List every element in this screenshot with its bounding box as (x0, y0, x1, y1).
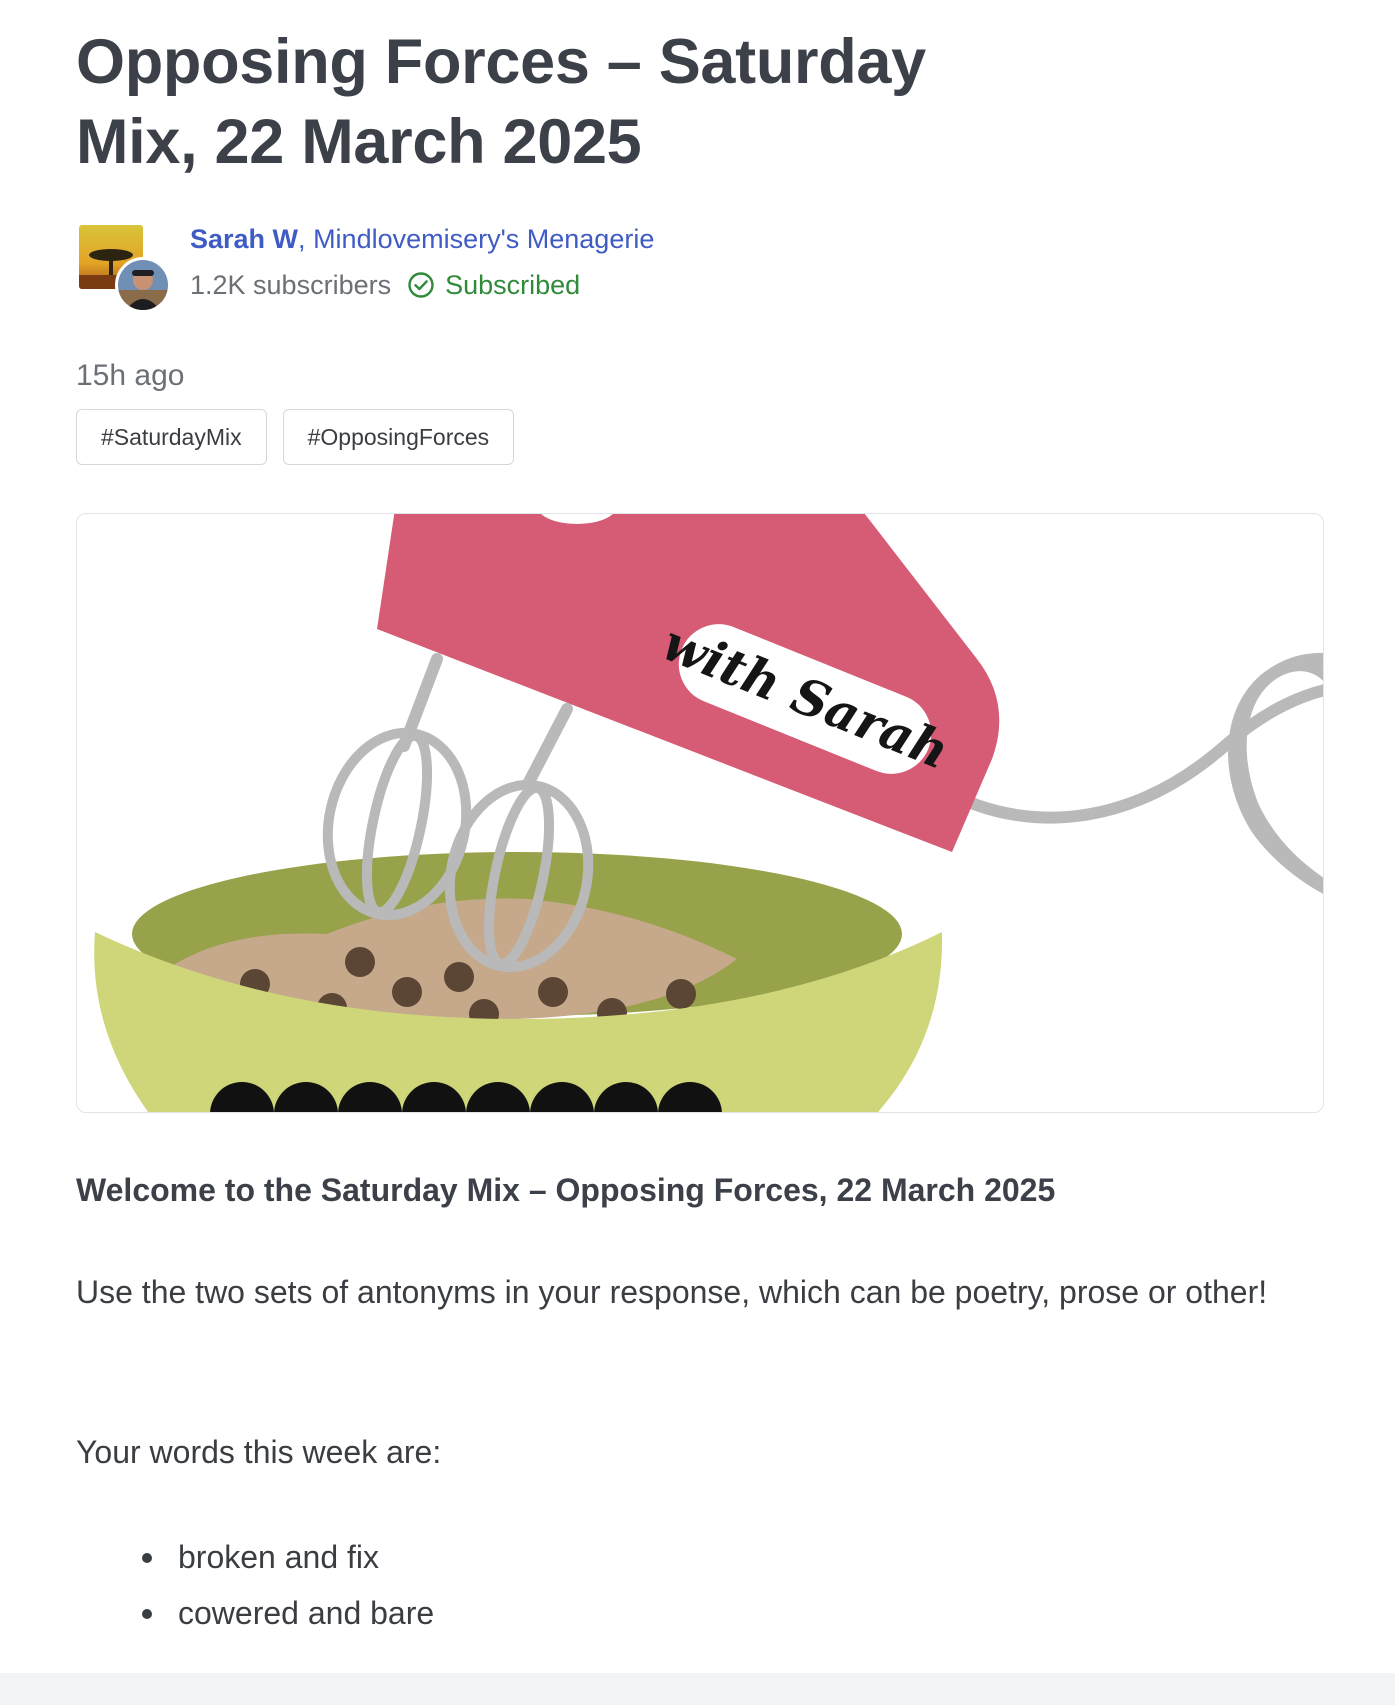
byline-meta: 1.2K subscribers Subscribed (190, 268, 580, 302)
list-item: cowered and bare (141, 1585, 434, 1641)
subscribed-status-button[interactable]: Subscribed (407, 268, 580, 302)
byline: Sarah W, Mindlovemisery's Menagerie 1.2K… (76, 222, 976, 313)
tag-saturdaymix[interactable]: #SaturdayMix (76, 409, 267, 465)
subscriber-count: 1.2K subscribers (190, 270, 392, 300)
post-timestamp: 15h ago (76, 359, 185, 392)
avatar-group[interactable] (79, 225, 171, 313)
author-name-link[interactable]: Sarah W (190, 224, 298, 254)
publication-name-link[interactable]: Mindlovemisery's Menagerie (313, 224, 654, 254)
author-avatar[interactable] (115, 257, 171, 313)
mixer-bowl-illustration: with Sarah (94, 514, 1323, 1112)
tag-list: #SaturdayMix #OpposingForces (76, 409, 515, 465)
post-lead: Welcome to the Saturday Mix – Opposing F… (76, 1172, 1056, 1208)
check-circle-icon (408, 272, 434, 298)
post-body: Welcome to the Saturday Mix – Opposing F… (76, 1160, 1324, 1631)
list-item: broken and fix (141, 1529, 434, 1585)
footer-strip (0, 1673, 1395, 1705)
tag-opposingforces[interactable]: #OpposingForces (282, 409, 515, 465)
mixer-cord (951, 653, 1323, 894)
post-paragraph-instructions: Use the two sets of antonyms in your res… (76, 1274, 1268, 1310)
post-paragraph-words-intro: Your words this week are: (76, 1434, 442, 1470)
subscribed-label: Subscribed (445, 270, 581, 300)
word-list: broken and fix cowered and bare (76, 1529, 434, 1641)
post-title: Opposing Forces – Saturday Mix, 22 March… (76, 27, 926, 177)
hero-image[interactable]: with Sarah (76, 513, 1324, 1113)
byline-names: Sarah W, Mindlovemisery's Menagerie (190, 222, 654, 256)
byline-separator: , (298, 224, 306, 254)
